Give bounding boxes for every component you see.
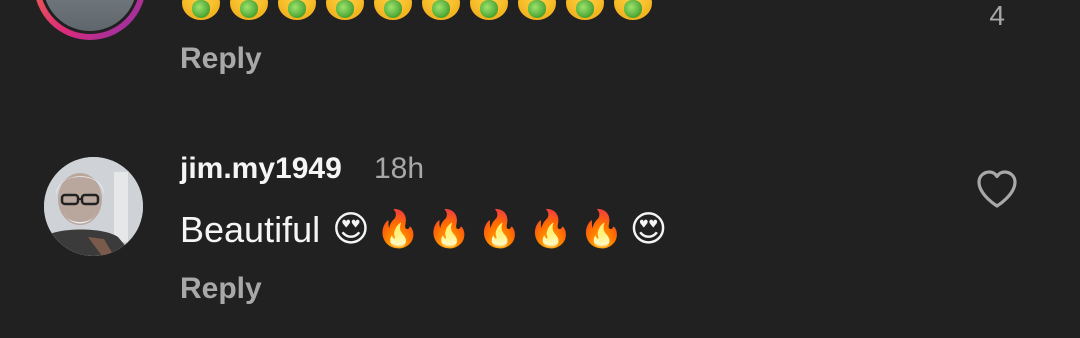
nauseated-face-icon bbox=[614, 0, 652, 20]
nauseated-face-icon bbox=[374, 0, 412, 20]
heart-eyes-emoji-icon: 😍 bbox=[629, 209, 668, 250]
nauseated-face-icon bbox=[470, 0, 508, 20]
nauseated-face-icon bbox=[326, 0, 364, 20]
previous-comment-emojis bbox=[182, 0, 652, 20]
comment-body: Beautiful bbox=[180, 209, 321, 250]
fire-emoji-icon: 🔥 bbox=[426, 209, 472, 250]
fire-emoji-icon: 🔥 bbox=[375, 209, 421, 250]
heart-eyes-emoji-icon: 😍 bbox=[332, 209, 370, 250]
previous-comment-avatar[interactable] bbox=[34, 0, 146, 40]
comment-emojis: 😍 🔥 🔥 🔥 🔥 🔥 😍 bbox=[332, 212, 667, 248]
previous-comment-reply-button[interactable]: Reply bbox=[180, 42, 262, 76]
previous-comment-like-count[interactable]: 4 bbox=[989, 0, 1005, 32]
heart-outline-icon[interactable] bbox=[975, 168, 1019, 210]
comment-reply-button[interactable]: Reply bbox=[180, 272, 262, 306]
comment-text: Beautiful 😍 🔥 🔥 🔥 🔥 🔥 😍 bbox=[180, 209, 667, 251]
nauseated-face-icon bbox=[422, 0, 460, 20]
nauseated-face-icon bbox=[278, 0, 316, 20]
fire-emoji-icon: 🔥 bbox=[528, 209, 573, 250]
commenter-username[interactable]: jim.my1949 bbox=[180, 152, 342, 186]
fire-emoji-icon: 🔥 bbox=[477, 209, 523, 250]
comment-timestamp: 18h bbox=[374, 152, 425, 185]
nauseated-face-icon bbox=[566, 0, 604, 20]
nauseated-face-icon bbox=[518, 0, 556, 20]
fire-emoji-icon: 🔥 bbox=[578, 209, 624, 250]
nauseated-face-icon bbox=[182, 0, 220, 20]
nauseated-face-icon bbox=[230, 0, 268, 20]
commenter-avatar[interactable] bbox=[44, 157, 143, 256]
